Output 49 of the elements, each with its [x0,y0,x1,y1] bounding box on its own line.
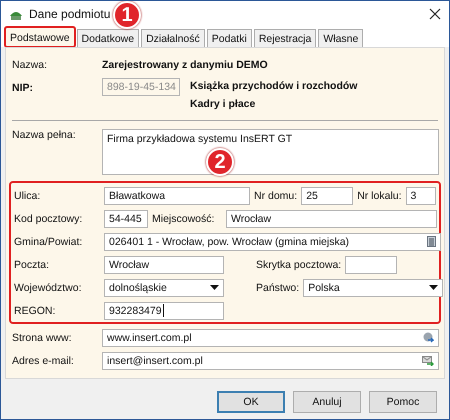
module-name: Książka przychodów i rozchodów [190,80,358,92]
commune-field[interactable]: 026401 1 - Wrocław, pow. Wrocław (gmina miejska) [104,232,441,250]
country-dropdown[interactable]: Polska [303,278,444,296]
field-label: Poczta: [14,258,50,270]
field-label: REGON: [14,304,56,316]
field-label: Państwo: [256,282,300,294]
field-label: Adres e-mail: [12,354,75,366]
close-icon[interactable] [429,8,441,20]
company-name: Zarejestrowany z danymiu DEMO [102,59,268,71]
field-label: Ulica: [14,190,42,202]
module-name: Kadry i płace [190,98,256,110]
post-office-field[interactable]: Wrocław [104,256,224,274]
window-title: Dane podmiotu [29,7,110,21]
postal-code-field[interactable]: 54-445 [104,210,148,228]
field-label: Nazwa pełna: [12,129,77,141]
dialog-button[interactable]: OK [217,391,285,413]
field-label: Gmina/Powiat: [14,236,84,248]
field-label: Skrytka pocztowa: [256,258,342,270]
field-label: NIP: [12,81,34,94]
tab[interactable]: Działalność [141,29,205,47]
website-field[interactable]: www.insert.com.pl [102,328,439,346]
tab[interactable]: Dodatkowe [76,29,140,47]
field-label: Miejscowość: [152,212,216,224]
field-label: Nazwa: [12,59,48,71]
house-number-field[interactable]: 25 [301,186,354,204]
tab[interactable]: Własne [318,29,364,47]
voivodeship-dropdown[interactable]: dolnośląskie [104,278,224,296]
regon-field[interactable]: 932283479 [104,302,224,320]
po-box-field[interactable] [345,256,398,274]
tab[interactable]: Podatki [206,29,252,47]
tab[interactable]: Podstawowe [5,27,75,47]
dropdown-arrow-icon[interactable] [210,285,219,290]
street-field[interactable]: Bławatkowa [104,186,250,204]
dialog-button[interactable]: Anuluj [293,391,361,413]
dropdown-arrow-icon[interactable] [429,285,438,290]
field-label: Kod pocztowy: [14,212,84,224]
email-field[interactable]: insert@insert.com.pl [102,352,439,370]
globe-icon[interactable] [423,332,434,343]
flat-number-field[interactable]: 3 [406,186,436,204]
tab[interactable]: Rejestracja [254,29,316,47]
field-label: Strona www: [12,332,73,344]
envelope-icon[interactable] [422,356,434,366]
city-field[interactable]: Wrocław [226,210,437,228]
field-label: Nr domu: [254,190,298,202]
field-label: Nr lokalu: [357,190,402,202]
text-cursor [162,304,164,317]
dialog-button[interactable]: Pomoc [369,391,437,413]
list-icon[interactable] [427,236,436,247]
field-label: Województwo: [14,282,83,294]
